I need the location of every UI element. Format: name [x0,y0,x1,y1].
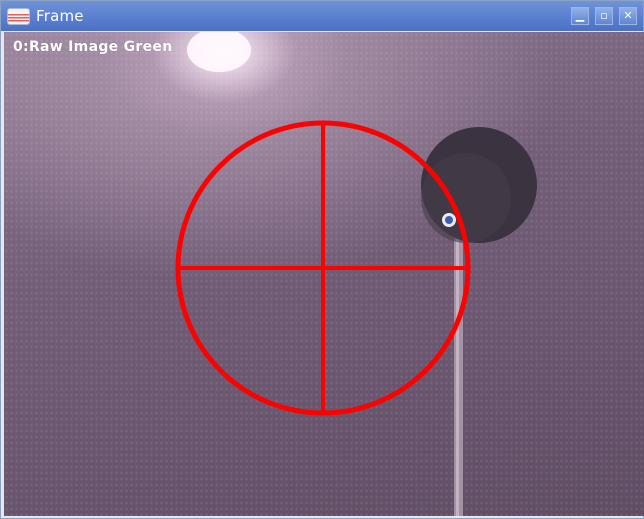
minimize-button[interactable]: ▁ [571,7,589,25]
pendant-rod-highlight [456,237,459,516]
close-button[interactable]: ✕ [619,7,637,25]
window-title: Frame [36,7,84,25]
minimize-icon: ▁ [575,9,585,22]
app-window: Frame ▁ ▫ ✕ 0:Raw Image Green [0,0,644,519]
maximize-icon: ▫ [600,9,608,22]
frame-label: 0:Raw Image Green [13,39,173,55]
sensor-dot-center [445,216,453,224]
round-fixture-shade [421,153,511,243]
camera-frame: 0:Raw Image Green [4,32,644,516]
maximize-button[interactable]: ▫ [595,7,613,25]
image-viewer-icon [8,9,29,24]
title-bar[interactable]: Frame ▁ ▫ ✕ [1,1,643,31]
ceiling-light [187,32,251,72]
scene-graphic [175,32,537,516]
close-icon: ✕ [623,9,633,22]
